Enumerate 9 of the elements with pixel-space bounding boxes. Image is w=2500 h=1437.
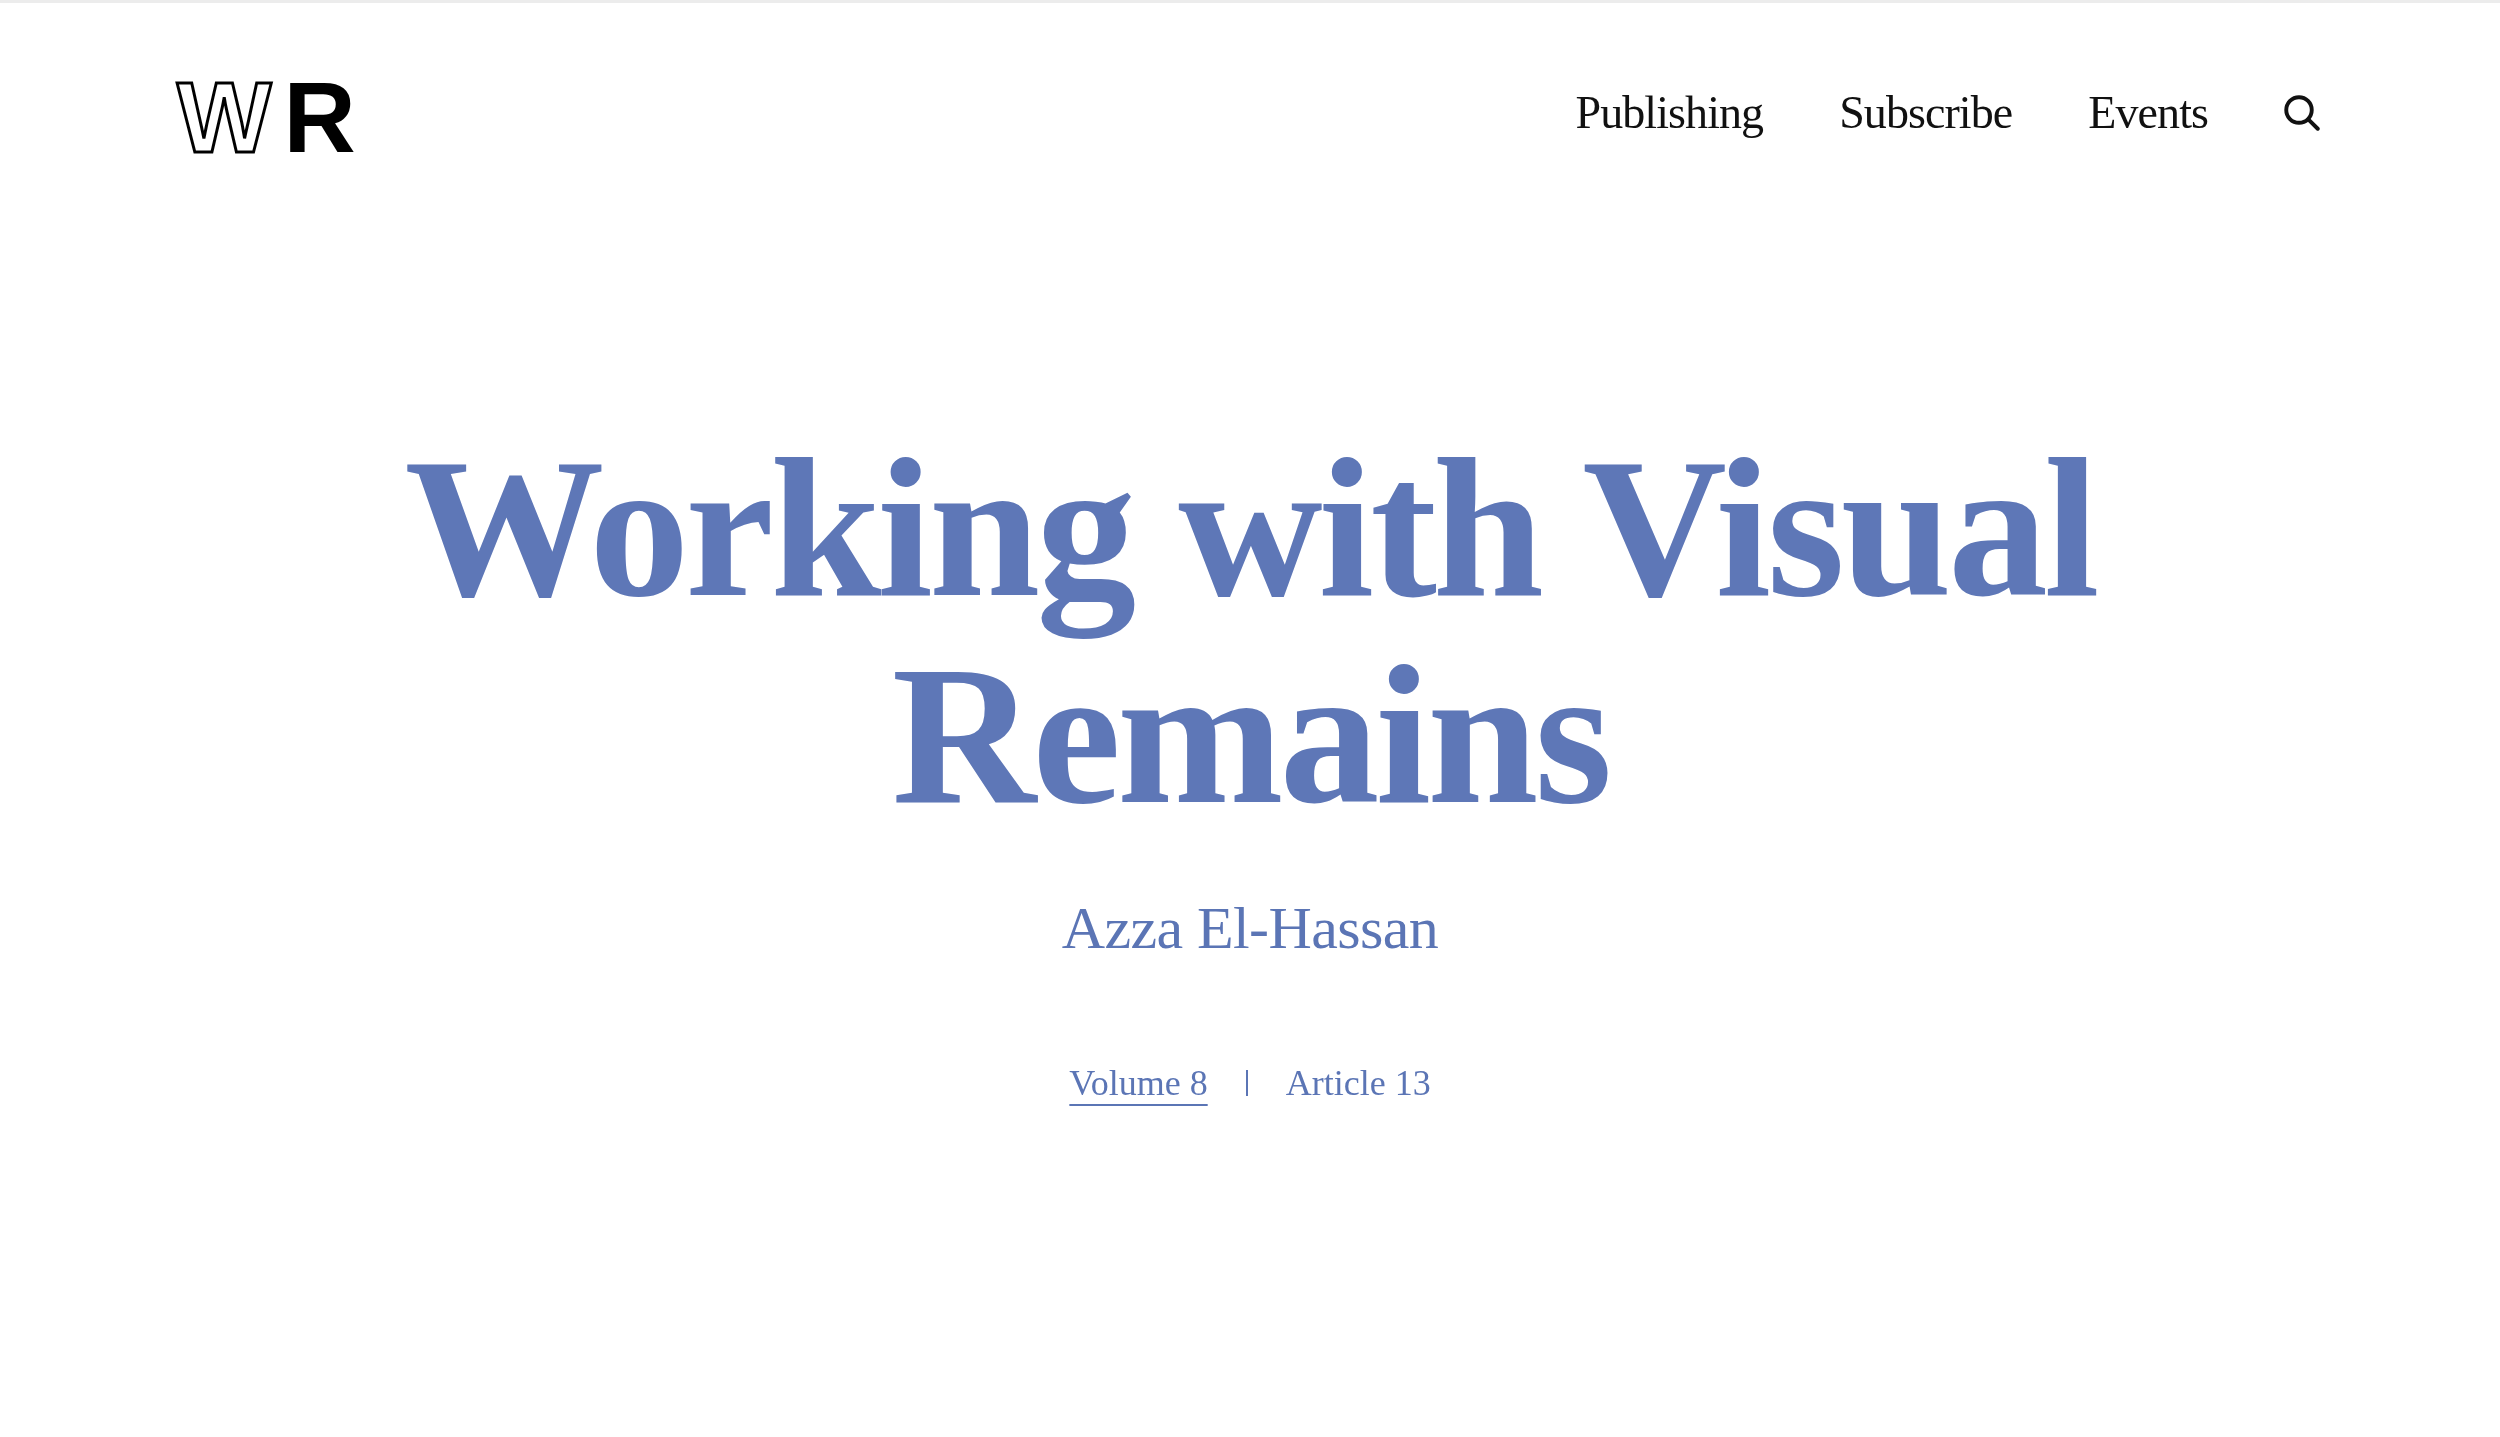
nav-link[interactable]: Events [2088,90,2208,136]
volume-link[interactable]: Volume 8 [1069,1065,1208,1101]
site-logo[interactable]: WR [177,67,356,167]
nav-link[interactable]: Subscribe [1839,90,2013,136]
article-number: Article 13 [1285,1065,1431,1101]
search-icon[interactable] [2284,95,2320,131]
author-name: Azza El-Hassan [1061,898,1439,958]
nav-link[interactable]: Publishing [1575,90,1764,136]
article-title: Working with Visual Remains [403,424,2098,838]
